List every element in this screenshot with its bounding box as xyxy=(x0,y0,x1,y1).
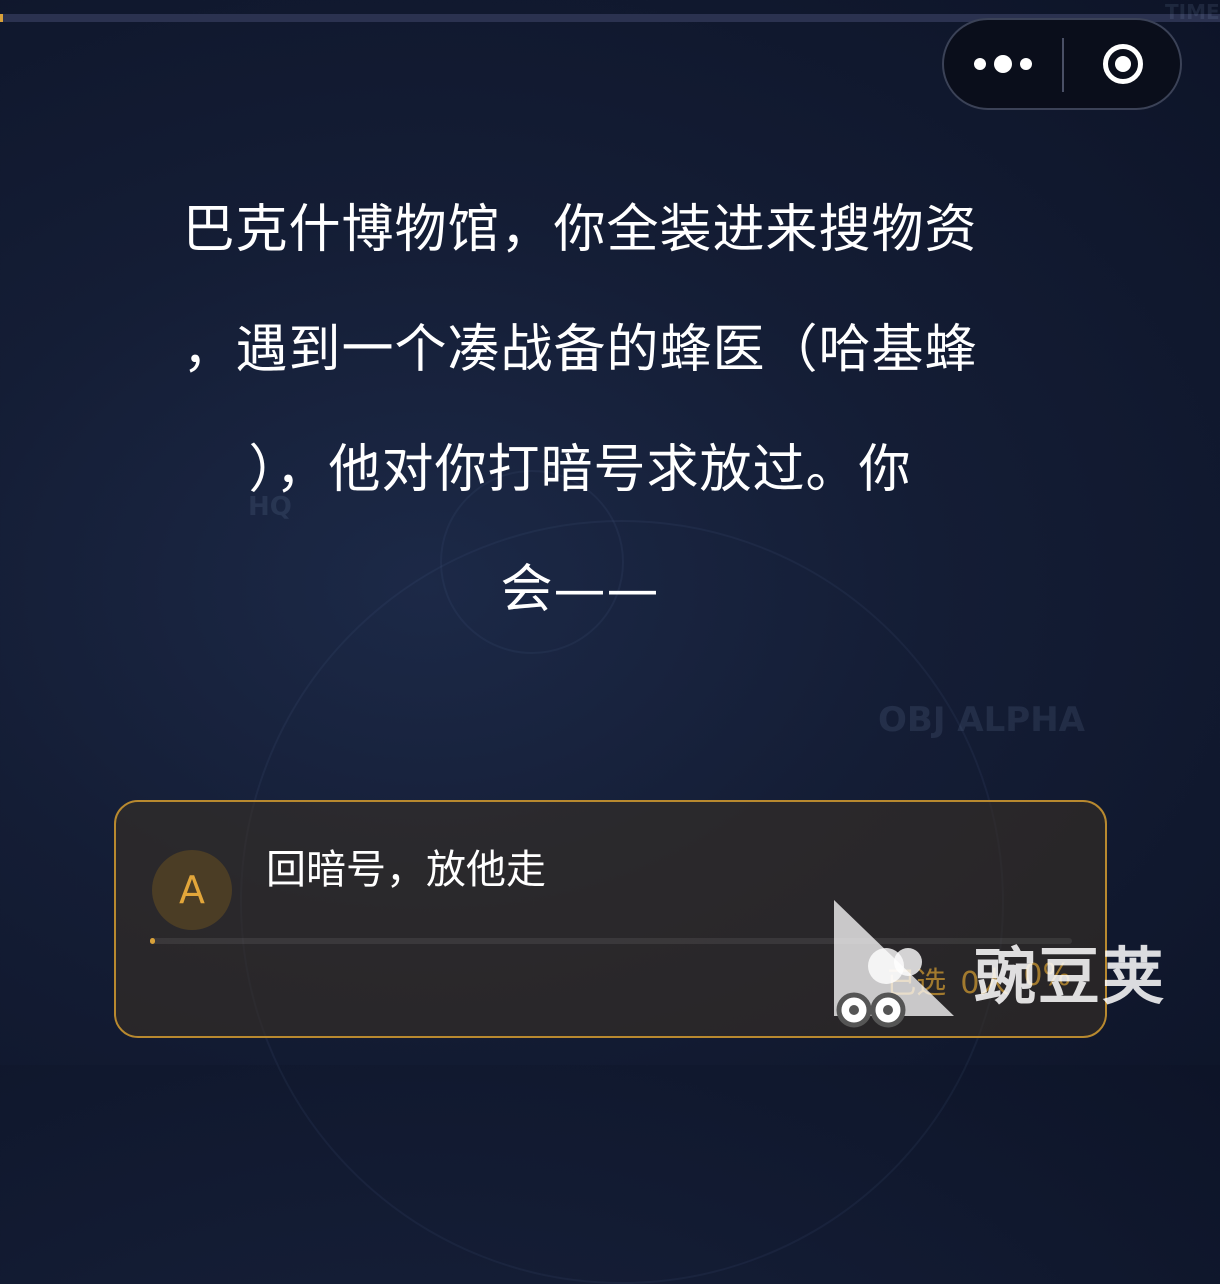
question-line: ），他对你打暗号求放过。你 xyxy=(248,440,912,500)
more-button[interactable] xyxy=(944,20,1062,108)
wandoujia-logo-icon xyxy=(834,900,954,1028)
watermark-logo: 豌豆荚 xyxy=(826,896,1196,1036)
question-text: 巴克什博物馆，你全装进来搜物资 ，遇到一个凑战备的蜂医（哈基蜂 ），他对你打暗号… xyxy=(120,170,1040,650)
option-label: 回暗号，放他走 xyxy=(266,847,546,893)
target-close-icon xyxy=(1103,44,1143,84)
question-line: ，遇到一个凑战备的蜂医（哈基蜂 xyxy=(182,320,978,380)
close-button[interactable] xyxy=(1064,20,1182,108)
mini-program-capsule xyxy=(942,18,1182,110)
question-line: 巴克什博物馆，你全装进来搜物资 xyxy=(182,200,978,260)
top-progress-accent xyxy=(0,14,3,22)
option-letter-badge: A xyxy=(152,850,232,930)
question-line: 会—— xyxy=(500,560,660,620)
vote-progress-fill xyxy=(150,938,155,944)
watermark-text: 豌豆荚 xyxy=(974,940,1167,1013)
more-dots-icon xyxy=(970,55,1036,73)
